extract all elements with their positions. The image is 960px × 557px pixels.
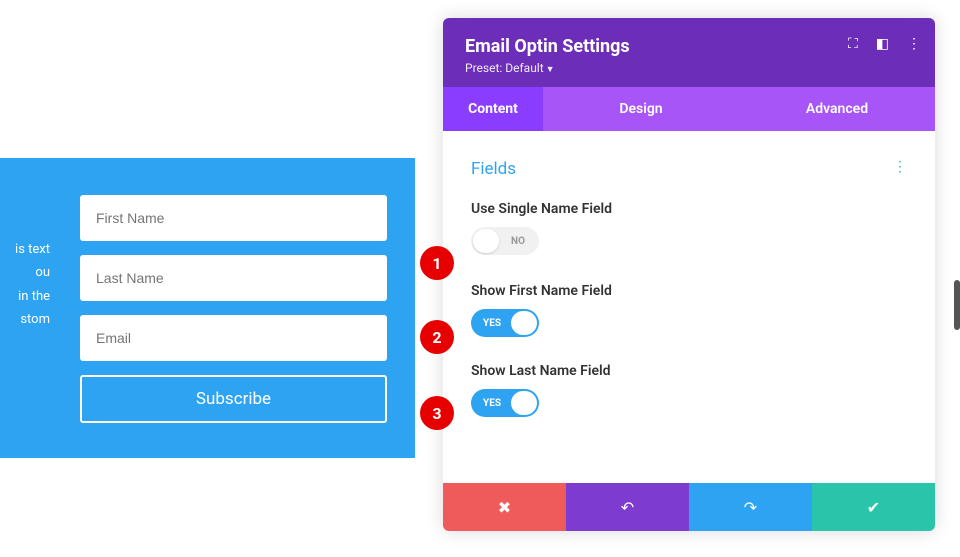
confirm-button[interactable]: ✔	[812, 483, 935, 531]
toggle-knob	[473, 229, 499, 253]
panel-body: Fields ⋮ Use Single Name Field NO Show F…	[443, 131, 935, 483]
cancel-button[interactable]: ✖	[443, 483, 566, 531]
kebab-menu-icon[interactable]: ⋮	[907, 36, 921, 52]
close-icon: ✖	[498, 498, 511, 517]
preview-text-line: in the	[0, 285, 50, 308]
last-name-input[interactable]	[80, 255, 387, 301]
undo-icon: ↶	[621, 498, 634, 517]
toggle-knob	[511, 391, 537, 415]
toggle-first-name[interactable]: YES	[471, 309, 539, 337]
tab-design[interactable]: Design	[543, 87, 739, 131]
annotation-badge-3: 3	[420, 396, 454, 430]
subscribe-button[interactable]: Subscribe	[80, 375, 387, 423]
annotation-badge-1: 1	[420, 246, 454, 280]
columns-icon[interactable]: ◧	[876, 36, 889, 52]
toggle-knob	[511, 311, 537, 335]
preset-label: Preset: Default	[465, 61, 544, 75]
preset-select[interactable]: Preset: Default▼	[465, 61, 915, 75]
redo-icon: ↷	[744, 498, 757, 517]
field-use-single-name: Use Single Name Field NO	[471, 201, 907, 257]
field-show-first-name: Show First Name Field YES	[471, 283, 907, 337]
toggle-value: NO	[501, 236, 539, 247]
preview-text-line: stom	[0, 308, 50, 331]
optin-preview: is text ou in the stom Subscribe	[0, 158, 415, 458]
scrollbar-thumb[interactable]	[954, 280, 960, 330]
toggle-single-name[interactable]: NO	[471, 227, 539, 255]
expand-icon[interactable]: ⛶	[848, 36, 858, 52]
redo-button[interactable]: ↷	[689, 483, 812, 531]
preview-text-line: ou	[0, 261, 50, 284]
tab-advanced[interactable]: Advanced	[739, 87, 935, 131]
check-icon: ✔	[867, 498, 880, 517]
field-label: Show Last Name Field	[471, 363, 907, 379]
field-label: Use Single Name Field	[471, 201, 907, 217]
toggle-value: YES	[471, 398, 509, 409]
section-menu-icon[interactable]: ⋮	[893, 159, 907, 175]
toggle-value: YES	[471, 318, 509, 329]
first-name-input[interactable]	[80, 195, 387, 241]
tab-content[interactable]: Content	[443, 87, 543, 131]
undo-button[interactable]: ↶	[566, 483, 689, 531]
panel-footer: ✖ ↶ ↷ ✔	[443, 483, 935, 531]
preview-text-line: is text	[0, 238, 50, 261]
panel-header: Email Optin Settings Preset: Default▼ ⛶ …	[443, 18, 935, 87]
optin-form: Subscribe	[50, 183, 387, 433]
preview-description: is text ou in the stom	[0, 183, 50, 433]
section-fields-title: Fields	[471, 159, 907, 179]
toggle-last-name[interactable]: YES	[471, 389, 539, 417]
annotation-badge-2: 2	[420, 320, 454, 354]
field-label: Show First Name Field	[471, 283, 907, 299]
header-actions: ⛶ ◧ ⋮	[848, 36, 921, 52]
email-input[interactable]	[80, 315, 387, 361]
settings-panel: Email Optin Settings Preset: Default▼ ⛶ …	[443, 18, 935, 531]
caret-down-icon: ▼	[546, 65, 555, 75]
field-show-last-name: Show Last Name Field YES	[471, 363, 907, 417]
tabs: Content Design Advanced	[443, 87, 935, 131]
